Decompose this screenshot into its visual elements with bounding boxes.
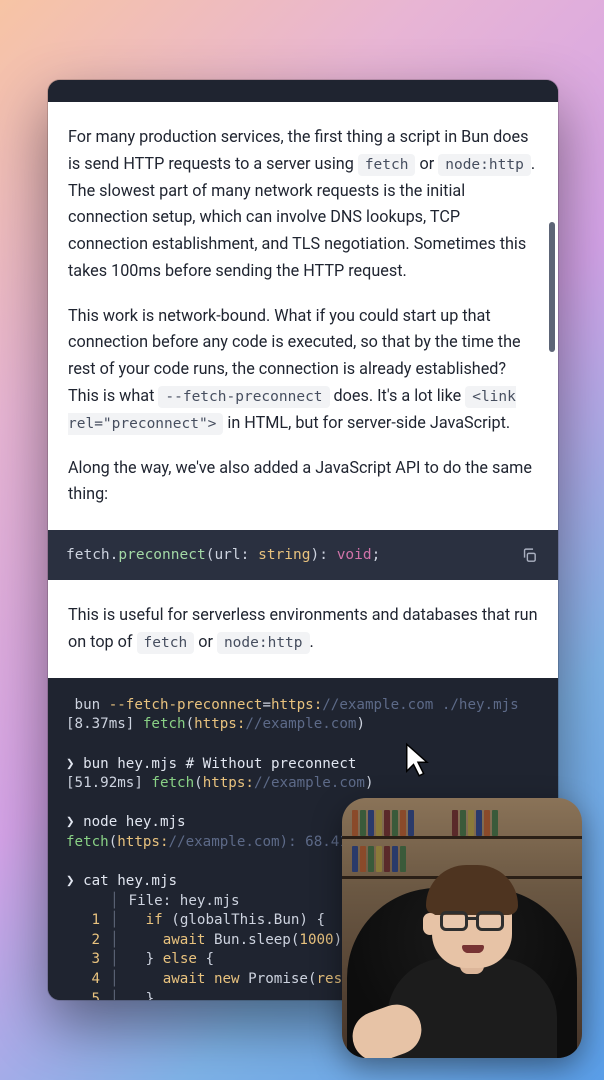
code-fetch-2: fetch (137, 632, 195, 654)
text: or (415, 154, 438, 173)
code-fetch: fetch (358, 154, 416, 176)
sig-param: url (214, 547, 240, 563)
paragraph-2: This work is network-bound. What if you … (68, 303, 538, 437)
code-nodehttp: node:http (438, 154, 531, 176)
term-blank (66, 735, 554, 755)
text: in HTML, but for server-side JavaScript. (223, 413, 510, 432)
webcam-scene (342, 798, 582, 1058)
paragraph-1: For many production services, the first … (68, 124, 538, 285)
sig-type: string (258, 547, 310, 563)
term-line: ❯ bun hey.mjs # Without preconnect (66, 755, 554, 775)
prose-section-2: This is useful for serverless environmen… (48, 580, 558, 678)
sig-close: ) (311, 547, 320, 563)
sig-obj: fetch (66, 547, 110, 563)
sig-method: preconnect (118, 547, 205, 563)
copy-button[interactable] (518, 544, 540, 566)
paragraph-4: This is useful for serverless environmen… (68, 602, 538, 656)
scrollbar-thumb[interactable] (549, 222, 555, 352)
text: . (310, 632, 314, 651)
api-signature: fetch.preconnect(url: string): void; (66, 547, 380, 563)
prose-section-1: For many production services, the first … (48, 102, 558, 530)
window-titlebar[interactable] (48, 80, 558, 102)
term-line: bun --fetch-preconnect=https://example.c… (66, 696, 554, 716)
sig-retcolon: : (319, 547, 336, 563)
webcam-overlay (342, 798, 582, 1058)
term-line: [51.92ms] fetch(https://example.com) (66, 774, 554, 794)
sig-void: void (337, 547, 372, 563)
paragraph-3: Along the way, we've also added a JavaSc… (68, 455, 538, 508)
sig-semi: ; (372, 547, 381, 563)
copy-icon (521, 547, 538, 564)
code-signature-block: fetch.preconnect(url: string): void; (48, 530, 558, 580)
text: does. It's a lot like (330, 386, 466, 405)
sig-colon: : (241, 547, 258, 563)
code-flag: --fetch-preconnect (158, 386, 329, 408)
text: or (194, 632, 217, 651)
code-nodehttp-2: node:http (217, 632, 310, 654)
term-line: [8.37ms] fetch(https://example.com) (66, 715, 554, 735)
